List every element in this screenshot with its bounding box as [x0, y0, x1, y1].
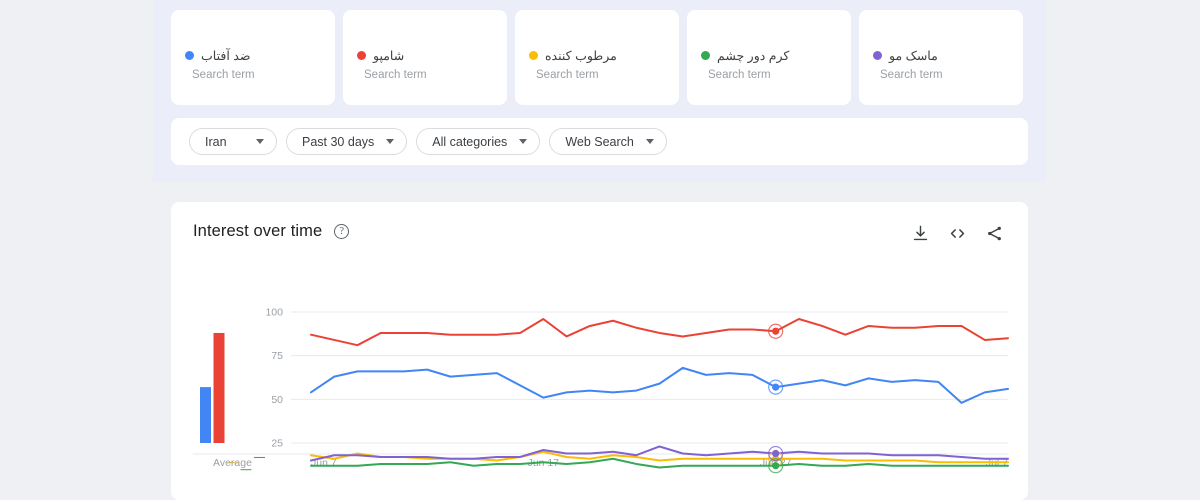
highlight-point[interactable] [772, 449, 780, 458]
chevron-down-icon [645, 139, 654, 144]
filter-time-range[interactable]: Past 30 days [286, 128, 408, 155]
filter-time-range-label: Past 30 days [302, 134, 375, 149]
search-term-card[interactable]: کرم دور چشم Search term [687, 10, 851, 105]
filter-location-label: Iran [205, 134, 227, 149]
search-term-label: کرم دور چشم [717, 49, 790, 63]
search-term-card[interactable]: مرطوب کننده Search term [515, 10, 679, 105]
series-color-dot [701, 51, 710, 60]
search-term-label: ماسک مو [889, 49, 938, 63]
highlight-point[interactable] [772, 327, 780, 335]
series-color-dot [529, 51, 538, 60]
search-term-type: Search term [708, 69, 771, 81]
search-term-label: مرطوب کننده [545, 49, 617, 63]
series-line[interactable] [310, 317, 1009, 347]
search-term-label: شامپو [373, 49, 405, 63]
average-bar[interactable] [254, 456, 265, 458]
search-term-type: Search term [364, 69, 427, 81]
filter-location[interactable]: Iran [189, 128, 277, 155]
y-axis-tick-label: 75 [271, 350, 283, 362]
average-bar[interactable] [213, 332, 225, 443]
average-axis-label: Average [213, 457, 252, 469]
series-color-dot [357, 51, 366, 60]
search-term-type: Search term [536, 69, 599, 81]
filter-category-label: All categories [432, 134, 508, 149]
filter-category[interactable]: All categories [416, 128, 541, 155]
y-axis-tick-label: 100 [265, 307, 283, 319]
series-line[interactable] [310, 366, 1009, 404]
interest-over-time-card: Interest over time ? 25 50 75 100 Jun 7 Jun 1… [171, 202, 1028, 500]
search-term-card[interactable]: شامپو Search term [343, 10, 507, 105]
highlight-point[interactable] [772, 462, 780, 470]
filter-bar: Iran Past 30 days All categories Web Sea… [171, 118, 1028, 165]
series-color-dot [185, 51, 194, 60]
filter-search-type-label: Web Search [565, 134, 634, 149]
y-axis-tick-label: 25 [271, 438, 283, 450]
highlight-point[interactable] [772, 383, 780, 391]
chevron-down-icon [386, 139, 395, 144]
search-term-card-list: ضد آفتاب Search term شامپو Search term م… [171, 10, 1023, 105]
search-term-card[interactable]: ضد آفتاب Search term [171, 10, 335, 105]
interest-over-time-chart[interactable]: 255075100Jun 7 Jun 17 Jun 27 Jul 7Average [171, 202, 1028, 500]
search-term-type: Search term [192, 69, 255, 81]
search-term-type: Search term [880, 69, 943, 81]
y-axis-tick-label: 50 [271, 394, 283, 406]
series-color-dot [873, 51, 882, 60]
chevron-down-icon [519, 139, 528, 144]
search-term-label: ضد آفتاب [201, 49, 251, 63]
average-bar[interactable] [240, 469, 252, 471]
search-term-card[interactable]: ماسک مو Search term [859, 10, 1023, 105]
filter-search-type[interactable]: Web Search [549, 128, 667, 155]
chevron-down-icon [256, 139, 264, 144]
average-bar[interactable] [200, 387, 211, 443]
